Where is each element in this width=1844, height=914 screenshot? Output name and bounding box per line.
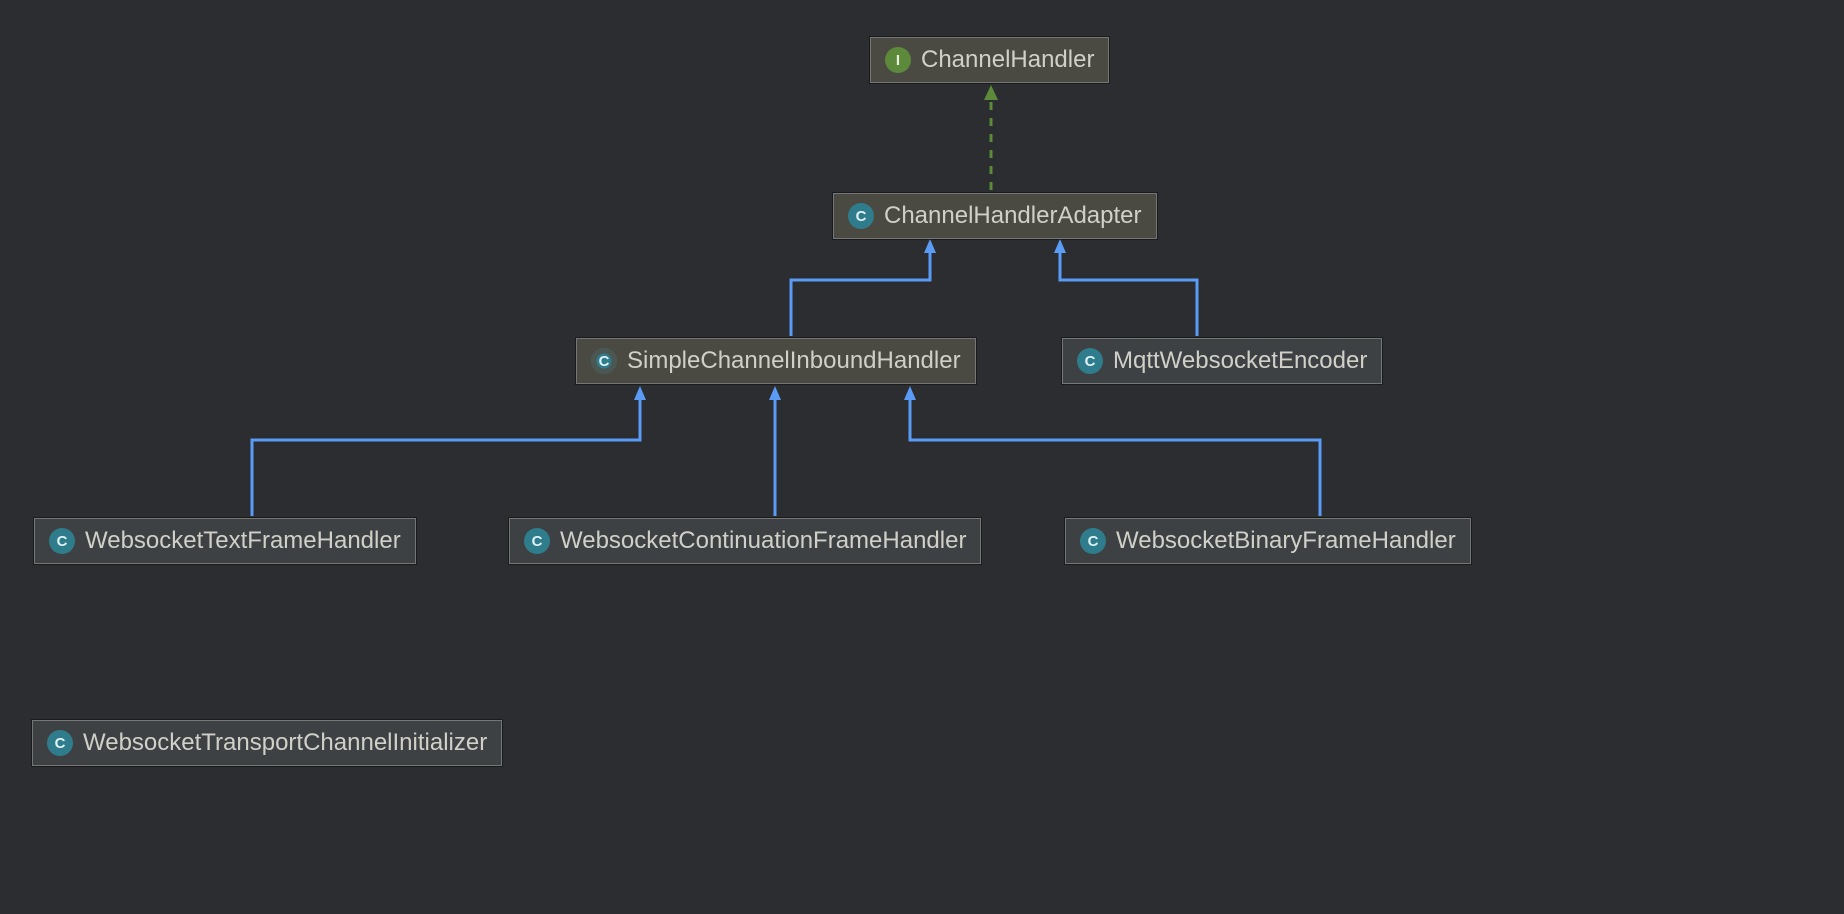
node-websocket-transport-channel-initializer[interactable]: C WebsocketTransportChannelInitializer	[32, 720, 502, 766]
node-channel-handler-adapter[interactable]: C ChannelHandlerAdapter	[833, 193, 1157, 239]
node-label: ChannelHandlerAdapter	[884, 202, 1142, 230]
node-label: WebsocketContinuationFrameHandler	[560, 527, 966, 555]
node-label: WebsocketTransportChannelInitializer	[83, 729, 487, 757]
interface-icon: I	[885, 47, 911, 73]
node-label: MqttWebsocketEncoder	[1113, 347, 1367, 375]
class-icon: C	[49, 528, 75, 554]
node-label: WebsocketBinaryFrameHandler	[1116, 527, 1456, 555]
abstract-class-icon: C	[591, 348, 617, 374]
node-label: SimpleChannelInboundHandler	[627, 347, 961, 375]
class-diagram-canvas: I ChannelHandler C ChannelHandlerAdapter…	[0, 0, 1844, 914]
node-websocket-binary-frame-handler[interactable]: C WebsocketBinaryFrameHandler	[1065, 518, 1471, 564]
node-label: WebsocketTextFrameHandler	[85, 527, 401, 555]
class-icon: C	[1080, 528, 1106, 554]
class-icon: C	[524, 528, 550, 554]
node-label: ChannelHandler	[921, 46, 1094, 74]
node-websocket-continuation-frame-handler[interactable]: C WebsocketContinuationFrameHandler	[509, 518, 981, 564]
inheritance-edges	[0, 0, 1844, 914]
node-channel-handler[interactable]: I ChannelHandler	[870, 37, 1109, 83]
node-mqtt-websocket-encoder[interactable]: C MqttWebsocketEncoder	[1062, 338, 1382, 384]
class-icon: C	[848, 203, 874, 229]
class-icon: C	[47, 730, 73, 756]
node-simple-channel-inbound-handler[interactable]: C SimpleChannelInboundHandler	[576, 338, 976, 384]
node-websocket-text-frame-handler[interactable]: C WebsocketTextFrameHandler	[34, 518, 416, 564]
class-icon: C	[1077, 348, 1103, 374]
